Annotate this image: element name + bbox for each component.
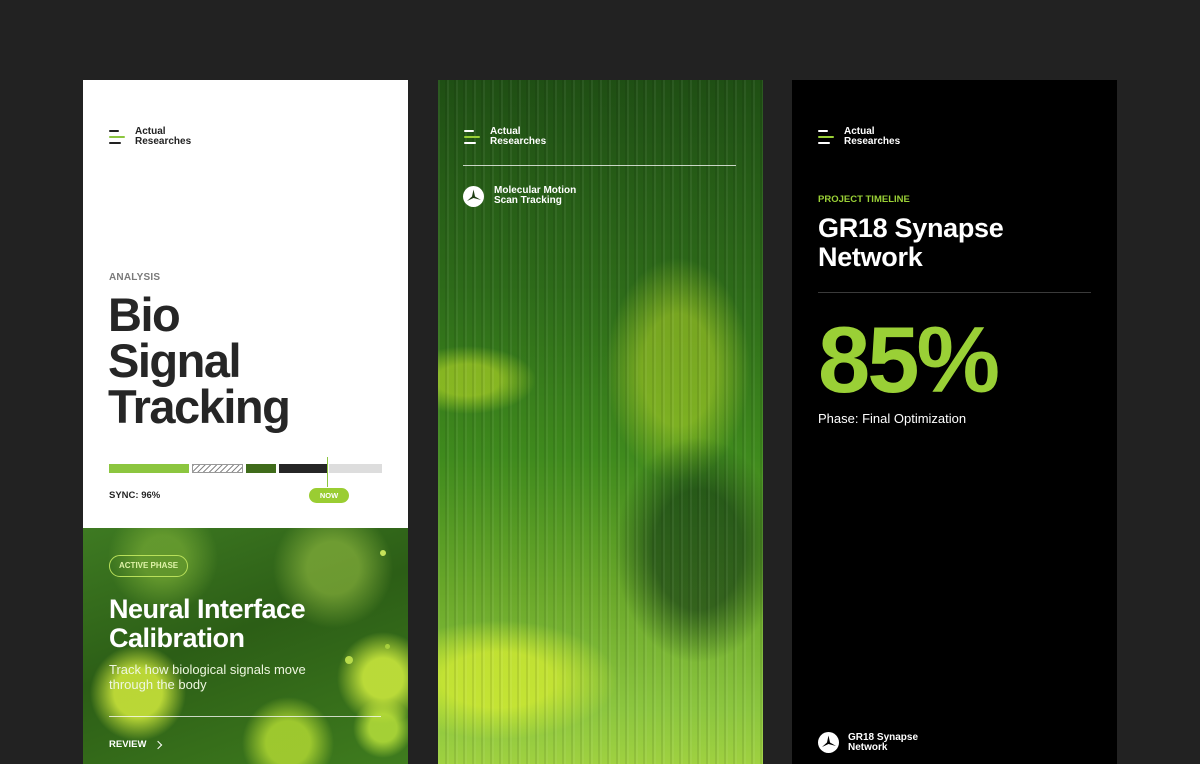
title-line-3: Tracking [108, 380, 291, 433]
sync-status: SYNC: 96% [109, 490, 161, 501]
divider [463, 165, 736, 166]
brand-menu-icon [464, 130, 481, 144]
now-marker-line [327, 457, 328, 487]
analysis-panel: Actual Researches ANALYSIS Bio Signal Tr… [83, 80, 408, 528]
brand[interactable]: Actual Researches [109, 127, 191, 147]
brand-name: Actual Researches [135, 127, 191, 147]
sync-progress-bar [109, 464, 382, 473]
project-title-line-1: GR18 Synapse [818, 213, 1004, 243]
tri-blade-logo-icon [818, 732, 839, 753]
scan-subtitle-line-2: Scan Tracking [494, 195, 562, 206]
divider [109, 716, 381, 717]
phase-title: Neural Interface Calibration [109, 595, 399, 653]
brand-menu-icon [818, 130, 835, 144]
now-badge: NOW [309, 488, 349, 503]
scan-subtitle: Molecular Motion Scan Tracking [494, 186, 576, 206]
page-title: Bio Signal Tracking [108, 288, 408, 433]
brand[interactable]: Actual Researches [818, 127, 900, 147]
review-label: REVIEW [109, 739, 147, 750]
progress-segment [279, 464, 327, 473]
phase-description: Track how biological signals move throug… [109, 662, 306, 692]
project-title-line-2: Network [818, 242, 923, 272]
divider [818, 292, 1091, 293]
chevron-right-icon [154, 740, 163, 749]
section-eyebrow: ANALYSIS [109, 272, 161, 283]
brand-menu-icon [109, 130, 126, 144]
brand-line-2: Researches [844, 136, 901, 147]
phase-title-line-2: Calibration [109, 623, 245, 653]
phase-panel: ACTIVE PHASE Neural Interface Calibratio… [83, 528, 408, 764]
brand-name: Actual Researches [490, 127, 546, 147]
brand-line-2: Researches [135, 136, 192, 147]
footer-label: GR18 Synapse Network [848, 733, 918, 753]
brand-line-2: Researches [490, 136, 547, 147]
timeline-card: Actual Researches PROJECT TIMELINE GR18 … [792, 80, 1117, 764]
section-eyebrow: PROJECT TIMELINE [818, 194, 910, 205]
review-link[interactable]: REVIEW [109, 739, 163, 750]
active-phase-badge: ACTIVE PHASE [109, 555, 189, 577]
progress-segment [246, 464, 276, 473]
progress-segment-hatched [192, 464, 243, 473]
phase-status: Phase: Final Optimization [818, 411, 967, 426]
analysis-card: Actual Researches ANALYSIS Bio Signal Tr… [83, 80, 408, 764]
tri-blade-logo-icon [463, 186, 484, 207]
bokeh-dot [345, 656, 353, 664]
brand-name: Actual Researches [844, 127, 900, 147]
title-line-1: Bio [108, 288, 181, 341]
phase-title-line-1: Neural Interface [109, 594, 306, 624]
progress-segment [329, 464, 382, 473]
brand[interactable]: Actual Researches [464, 127, 546, 147]
completion-percent: 85% [818, 307, 1000, 412]
title-line-2: Signal [108, 334, 242, 387]
scan-card: Actual Researches Molecular Motion Scan … [438, 80, 763, 764]
project-title: GR18 Synapse Network [818, 214, 1088, 272]
footer-line-2: Network [848, 742, 888, 753]
progress-segment [109, 464, 189, 473]
bokeh-dot [380, 550, 386, 556]
